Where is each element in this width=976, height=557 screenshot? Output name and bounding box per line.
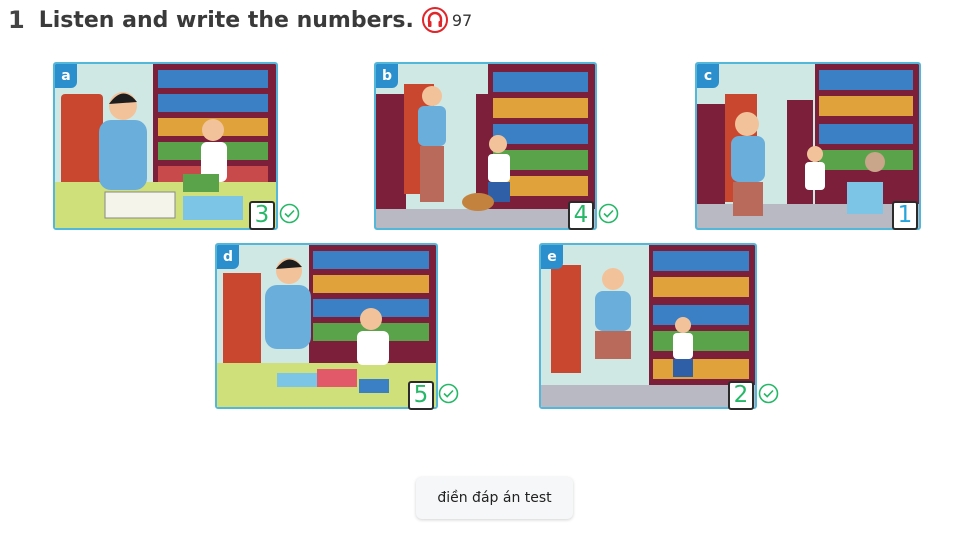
picture-c: c bbox=[695, 62, 921, 230]
picture-letter-e: e bbox=[541, 245, 563, 269]
picture-a: a bbox=[53, 62, 278, 230]
check-icon bbox=[438, 383, 459, 404]
answer-box-a[interactable]: 3 bbox=[249, 201, 275, 230]
picture-letter-b: b bbox=[376, 64, 398, 88]
picture-letter-c: c bbox=[697, 64, 719, 88]
check-icon bbox=[758, 383, 779, 404]
question-number: 1 bbox=[8, 6, 25, 34]
question-header: 1 Listen and write the numbers. 97 bbox=[8, 6, 472, 34]
picture-letter-d: d bbox=[217, 245, 239, 269]
answer-box-b[interactable]: 4 bbox=[568, 201, 594, 230]
audio-track-number: 97 bbox=[451, 10, 473, 30]
fill-answer-test-button[interactable]: điền đáp án test bbox=[416, 477, 573, 519]
question-title: Listen and write the numbers. bbox=[38, 7, 414, 33]
check-icon bbox=[598, 203, 619, 224]
picture-b: b bbox=[374, 62, 597, 230]
picture-e: e bbox=[539, 243, 757, 409]
headphones-icon[interactable] bbox=[421, 7, 448, 33]
picture-d: d bbox=[215, 243, 438, 409]
answer-box-c: 1 bbox=[892, 201, 918, 230]
answer-box-d[interactable]: 5 bbox=[408, 381, 434, 410]
picture-letter-a: a bbox=[55, 64, 77, 88]
answer-box-e[interactable]: 2 bbox=[728, 381, 754, 410]
check-icon bbox=[279, 203, 300, 224]
audio-track[interactable]: 97 bbox=[421, 7, 473, 33]
